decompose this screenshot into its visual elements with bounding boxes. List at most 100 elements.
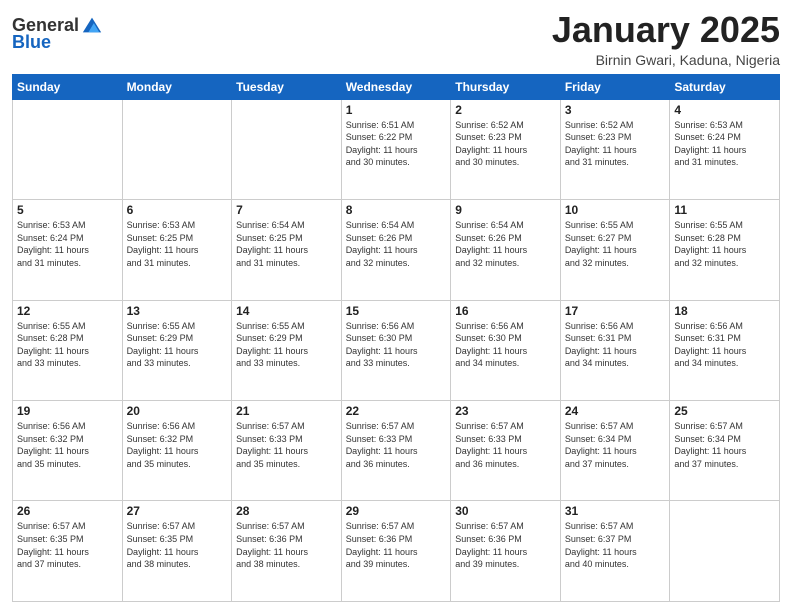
title-block: January 2025 Birnin Gwari, Kaduna, Niger… xyxy=(552,10,780,68)
day-info: Sunrise: 6:56 AMSunset: 6:32 PMDaylight:… xyxy=(127,420,228,470)
calendar-table: SundayMondayTuesdayWednesdayThursdayFrid… xyxy=(12,74,780,602)
day-number: 24 xyxy=(565,404,666,418)
weekday-header-wednesday: Wednesday xyxy=(341,74,451,99)
day-number: 14 xyxy=(236,304,337,318)
day-number: 18 xyxy=(674,304,775,318)
calendar-cell: 13 Sunrise: 6:55 AMSunset: 6:29 PMDayligh… xyxy=(122,300,232,400)
day-number: 26 xyxy=(17,504,118,518)
day-info: Sunrise: 6:56 AMSunset: 6:31 PMDaylight:… xyxy=(565,320,666,370)
calendar-cell: 7Sunrise: 6:54 AMSunset: 6:25 PMDaylight… xyxy=(232,200,342,300)
day-info: Sunrise: 6:57 AMSunset: 6:36 PMDaylight:… xyxy=(236,520,337,570)
calendar-cell: 12 Sunrise: 6:55 AMSunset: 6:28 PMDayligh… xyxy=(13,300,123,400)
day-number: 8 xyxy=(346,203,447,217)
day-info: Sunrise: 6:55 AMSunset: 6:27 PMDaylight:… xyxy=(565,219,666,269)
calendar-cell: 4 Sunrise: 6:53 AMSunset: 6:24 PMDaylight… xyxy=(670,99,780,199)
day-number: 31 xyxy=(565,504,666,518)
calendar-cell: 1 Sunrise: 6:51 AMSunset: 6:22 PMDaylight… xyxy=(341,99,451,199)
calendar-cell: 11 Sunrise: 6:55 AMSunset: 6:28 PMDayligh… xyxy=(670,200,780,300)
weekday-header-monday: Monday xyxy=(122,74,232,99)
day-number: 4 xyxy=(674,103,775,117)
day-info: Sunrise: 6:54 AMSunset: 6:26 PMDaylight:… xyxy=(455,219,556,269)
day-info: Sunrise: 6:52 AMSunset: 6:23 PMDaylight:… xyxy=(565,119,666,169)
day-info: Sunrise: 6:56 AMSunset: 6:31 PMDaylight:… xyxy=(674,320,775,370)
calendar-cell: 28 Sunrise: 6:57 AMSunset: 6:36 PMDayligh… xyxy=(232,501,342,602)
calendar-week-2: 5 Sunrise: 6:53 AMSunset: 6:24 PMDaylight… xyxy=(13,200,780,300)
month-title: January 2025 xyxy=(552,10,780,50)
calendar-cell: 8 Sunrise: 6:54 AMSunset: 6:26 PMDaylight… xyxy=(341,200,451,300)
day-number: 5 xyxy=(17,203,118,217)
calendar-cell: 2 Sunrise: 6:52 AMSunset: 6:23 PMDaylight… xyxy=(451,99,561,199)
calendar-cell: 16Sunrise: 6:56 AMSunset: 6:30 PMDayligh… xyxy=(451,300,561,400)
day-info: Sunrise: 6:57 AMSunset: 6:33 PMDaylight:… xyxy=(455,420,556,470)
day-number: 11 xyxy=(674,203,775,217)
calendar-cell: 6 Sunrise: 6:53 AMSunset: 6:25 PMDaylight… xyxy=(122,200,232,300)
location-subtitle: Birnin Gwari, Kaduna, Nigeria xyxy=(552,52,780,68)
calendar-cell: 23 Sunrise: 6:57 AMSunset: 6:33 PMDayligh… xyxy=(451,401,561,501)
calendar-week-1: 1 Sunrise: 6:51 AMSunset: 6:22 PMDaylight… xyxy=(13,99,780,199)
day-number: 27 xyxy=(127,504,228,518)
day-info: Sunrise: 6:57 AMSunset: 6:36 PMDaylight:… xyxy=(346,520,447,570)
weekday-header-saturday: Saturday xyxy=(670,74,780,99)
day-info: Sunrise: 6:55 AMSunset: 6:29 PMDaylight:… xyxy=(127,320,228,370)
calendar-cell: 5 Sunrise: 6:53 AMSunset: 6:24 PMDaylight… xyxy=(13,200,123,300)
day-info: Sunrise: 6:57 AMSunset: 6:37 PMDaylight:… xyxy=(565,520,666,570)
calendar-cell: 3 Sunrise: 6:52 AMSunset: 6:23 PMDaylight… xyxy=(560,99,670,199)
day-info: Sunrise: 6:57 AMSunset: 6:35 PMDaylight:… xyxy=(127,520,228,570)
day-info: Sunrise: 6:57 AMSunset: 6:33 PMDaylight:… xyxy=(346,420,447,470)
day-number: 20 xyxy=(127,404,228,418)
weekday-header-friday: Friday xyxy=(560,74,670,99)
day-info: Sunrise: 6:57 AMSunset: 6:35 PMDaylight:… xyxy=(17,520,118,570)
calendar-cell xyxy=(13,99,123,199)
weekday-header-tuesday: Tuesday xyxy=(232,74,342,99)
day-number: 3 xyxy=(565,103,666,117)
day-info: Sunrise: 6:55 AMSunset: 6:28 PMDaylight:… xyxy=(17,320,118,370)
day-number: 21 xyxy=(236,404,337,418)
calendar-cell: 30Sunrise: 6:57 AMSunset: 6:36 PMDayligh… xyxy=(451,501,561,602)
day-info: Sunrise: 6:55 AMSunset: 6:29 PMDaylight:… xyxy=(236,320,337,370)
day-info: Sunrise: 6:53 AMSunset: 6:24 PMDaylight:… xyxy=(17,219,118,269)
day-info: Sunrise: 6:53 AMSunset: 6:25 PMDaylight:… xyxy=(127,219,228,269)
day-info: Sunrise: 6:57 AMSunset: 6:36 PMDaylight:… xyxy=(455,520,556,570)
calendar-cell: 9Sunrise: 6:54 AMSunset: 6:26 PMDaylight… xyxy=(451,200,561,300)
day-number: 6 xyxy=(127,203,228,217)
calendar-cell: 29Sunrise: 6:57 AMSunset: 6:36 PMDayligh… xyxy=(341,501,451,602)
day-number: 28 xyxy=(236,504,337,518)
logo: General Blue xyxy=(12,14,103,53)
day-info: Sunrise: 6:54 AMSunset: 6:26 PMDaylight:… xyxy=(346,219,447,269)
day-info: Sunrise: 6:55 AMSunset: 6:28 PMDaylight:… xyxy=(674,219,775,269)
day-number: 15 xyxy=(346,304,447,318)
calendar-cell: 20 Sunrise: 6:56 AMSunset: 6:32 PMDayligh… xyxy=(122,401,232,501)
day-info: Sunrise: 6:52 AMSunset: 6:23 PMDaylight:… xyxy=(455,119,556,169)
calendar-cell: 18 Sunrise: 6:56 AMSunset: 6:31 PMDayligh… xyxy=(670,300,780,400)
day-number: 23 xyxy=(455,404,556,418)
calendar-cell xyxy=(232,99,342,199)
day-info: Sunrise: 6:57 AMSunset: 6:34 PMDaylight:… xyxy=(565,420,666,470)
day-info: Sunrise: 6:56 AMSunset: 6:30 PMDaylight:… xyxy=(346,320,447,370)
day-number: 13 xyxy=(127,304,228,318)
day-info: Sunrise: 6:51 AMSunset: 6:22 PMDaylight:… xyxy=(346,119,447,169)
weekday-header-thursday: Thursday xyxy=(451,74,561,99)
calendar-cell: 24 Sunrise: 6:57 AMSunset: 6:34 PMDayligh… xyxy=(560,401,670,501)
day-info: Sunrise: 6:56 AMSunset: 6:30 PMDaylight:… xyxy=(455,320,556,370)
day-info: Sunrise: 6:53 AMSunset: 6:24 PMDaylight:… xyxy=(674,119,775,169)
day-number: 12 xyxy=(17,304,118,318)
calendar-cell: 22 Sunrise: 6:57 AMSunset: 6:33 PMDayligh… xyxy=(341,401,451,501)
calendar-week-3: 12 Sunrise: 6:55 AMSunset: 6:28 PMDayligh… xyxy=(13,300,780,400)
calendar-cell: 26 Sunrise: 6:57 AMSunset: 6:35 PMDayligh… xyxy=(13,501,123,602)
calendar-cell xyxy=(670,501,780,602)
page: General Blue January 2025 Birnin Gwari, … xyxy=(0,0,792,612)
day-info: Sunrise: 6:56 AMSunset: 6:32 PMDaylight:… xyxy=(17,420,118,470)
logo-icon xyxy=(81,14,103,36)
day-number: 2 xyxy=(455,103,556,117)
day-number: 22 xyxy=(346,404,447,418)
calendar-week-5: 26 Sunrise: 6:57 AMSunset: 6:35 PMDayligh… xyxy=(13,501,780,602)
day-number: 25 xyxy=(674,404,775,418)
calendar-cell: 27 Sunrise: 6:57 AMSunset: 6:35 PMDayligh… xyxy=(122,501,232,602)
weekday-header-sunday: Sunday xyxy=(13,74,123,99)
calendar-cell: 15 Sunrise: 6:56 AMSunset: 6:30 PMDayligh… xyxy=(341,300,451,400)
day-number: 1 xyxy=(346,103,447,117)
calendar-cell: 14 Sunrise: 6:55 AMSunset: 6:29 PMDayligh… xyxy=(232,300,342,400)
calendar-cell: 25Sunrise: 6:57 AMSunset: 6:34 PMDayligh… xyxy=(670,401,780,501)
calendar-week-4: 19Sunrise: 6:56 AMSunset: 6:32 PMDayligh… xyxy=(13,401,780,501)
weekday-header-row: SundayMondayTuesdayWednesdayThursdayFrid… xyxy=(13,74,780,99)
